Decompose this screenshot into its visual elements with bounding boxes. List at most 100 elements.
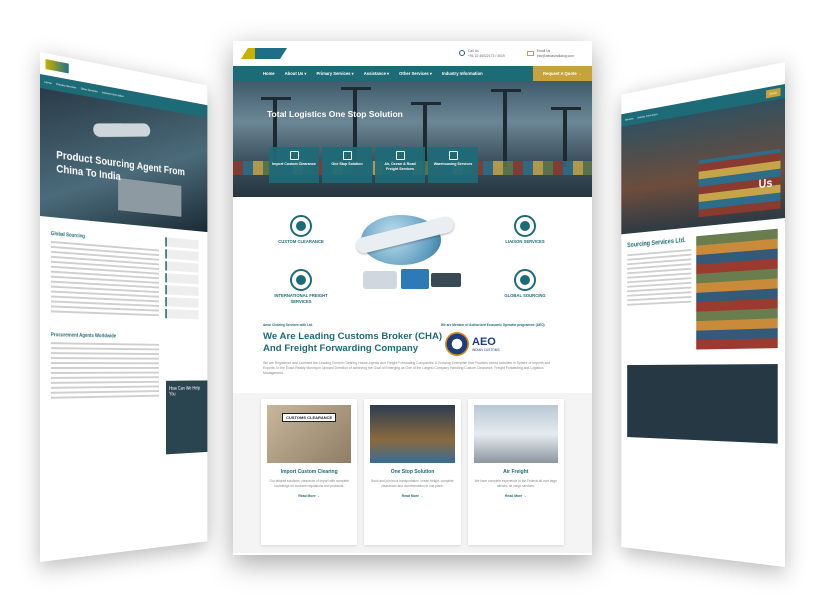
- request-quote-button[interactable]: Request A Quote →: [532, 66, 592, 81]
- main-page-preview: Call Us +91 22 40022173 / 4019 Email Us in…: [233, 41, 592, 555]
- left-nav-item[interactable]: Primary Services: [56, 82, 76, 90]
- aeo-title: AEO: [472, 335, 496, 348]
- vehicles-image: [353, 267, 463, 291]
- customs-clearance-icon: [290, 215, 312, 237]
- email-address[interactable]: info@aeoasindialog.com: [537, 54, 574, 58]
- right-nav-item[interactable]: Services: [625, 117, 634, 122]
- logistics-image: [370, 405, 455, 463]
- hero-service-tiles: Import Custom Clearance One Stop Solutio…: [269, 147, 478, 183]
- ship-icon: [290, 269, 312, 291]
- mail-icon: [526, 50, 534, 56]
- service-tile-warehousing[interactable]: Warehousing Services: [428, 147, 478, 183]
- left-page-preview: Home Primary Services Other Services Ind…: [40, 52, 208, 562]
- right-page-body: Sourcing Services Ltd.: [621, 218, 785, 360]
- feature-label: GLOBAL SOURCING: [504, 293, 546, 298]
- nav-about[interactable]: About Us ▾: [285, 71, 307, 76]
- read-more-link[interactable]: Read More →: [267, 494, 351, 498]
- about-body: We are Registered and Licensed the Leadi…: [263, 361, 551, 375]
- read-more-link[interactable]: Read More →: [474, 494, 558, 498]
- help-text: How Can We Help You: [169, 385, 201, 398]
- freight-icon: [395, 151, 405, 160]
- header-contact: Call Us +91 22 40022173 / 4019 Email Us in…: [458, 48, 574, 59]
- feature-custom-clearance[interactable]: CUSTOM CLEARANCE: [271, 215, 331, 245]
- crane-shape: [491, 89, 521, 167]
- site-logo[interactable]: [241, 48, 311, 59]
- feature-global-sourcing[interactable]: GLOBAL SOURCING: [495, 269, 555, 299]
- handshake-icon: [514, 215, 536, 237]
- service-tile-label: Import Custom Clearance: [272, 162, 316, 166]
- left-text-block: [50, 240, 160, 317]
- phone-contact: Call Us +91 22 40022173 / 4019: [458, 48, 505, 59]
- hero-banner: Total Logistics One Stop Solution Import…: [233, 81, 592, 197]
- customs-icon: [289, 151, 299, 160]
- right-quote-button[interactable]: Quote: [765, 87, 781, 99]
- nav-other-services[interactable]: Other Services ▾: [399, 71, 432, 76]
- warehouse-icon: [448, 151, 458, 160]
- card-import-custom-clearing[interactable]: CUSTOMS CLEARANCE Import Custom Clearing…: [261, 399, 358, 545]
- left-sidebar-menu: [165, 237, 199, 399]
- right-dark-section: [627, 364, 778, 444]
- feature-international-freight[interactable]: INTERNATIONAL FREIGHT SERVICES: [271, 269, 331, 304]
- nav-home[interactable]: Home: [263, 71, 275, 76]
- nav-industry-information[interactable]: Industry Information: [442, 71, 483, 76]
- plane-image: [92, 123, 151, 138]
- solution-icon: [342, 151, 352, 160]
- card-one-stop-solution[interactable]: One Stop Solution Book and join truck tr…: [364, 399, 461, 545]
- mockup-stage: Home Primary Services Other Services Ind…: [0, 0, 825, 601]
- customs-clearance-image: CUSTOMS CLEARANCE: [267, 405, 352, 463]
- customs-stamp: CUSTOMS CLEARANCE: [282, 413, 337, 422]
- logo-mark: [241, 48, 287, 59]
- help-box: How Can We Help You: [166, 380, 208, 455]
- hero-title: Total Logistics One Stop Solution: [267, 109, 403, 119]
- plane-icon: [514, 269, 536, 291]
- card-title: Import Custom Clearing: [280, 469, 338, 475]
- left-nav-item[interactable]: Industry Information: [102, 90, 124, 98]
- service-tile-label: Warehousing Services: [433, 162, 473, 166]
- left-nav-item[interactable]: Home: [45, 80, 52, 85]
- card-title: One Stop Solution: [390, 469, 435, 475]
- phone-label: Call Us: [467, 48, 479, 53]
- container-stack-image: [696, 228, 778, 350]
- features-section: CUSTOM CLEARANCE INTERNATIONAL FREIGHT S…: [233, 197, 592, 323]
- nav-assistance[interactable]: Assistance ▾: [364, 71, 389, 76]
- feature-label: CUSTOM CLEARANCE: [278, 239, 324, 244]
- card-air-freight[interactable]: Air Freight We have complete experience …: [467, 399, 564, 545]
- card-text: Our tailored solutions, clearance of imp…: [269, 479, 349, 488]
- feature-label: LIAISON SERVICES: [505, 239, 545, 244]
- right-section-title: Sourcing Services Ltd.: [627, 237, 686, 250]
- right-nav-item[interactable]: Industry Information: [637, 112, 657, 119]
- service-tile-one-stop-solution[interactable]: One Stop Solution: [322, 147, 372, 183]
- site-header: Call Us +91 22 40022173 / 4019 Email Us in…: [233, 41, 592, 66]
- email-label: Email Us: [536, 48, 551, 53]
- service-tile-import-custom-clearance[interactable]: Import Custom Clearance: [269, 147, 319, 183]
- left-page-logo: [45, 59, 69, 74]
- aeo-seal-icon: [445, 332, 469, 356]
- email-contact: Email Us info@aeoasindialog.com: [526, 48, 574, 59]
- about-heading: We Are Leading Customs Broker (CHA) And …: [263, 331, 443, 354]
- right-hero-title: Us: [758, 175, 773, 192]
- about-section: Amar Clearing Services with Ltd. We Are …: [233, 323, 592, 393]
- service-tile-label: Air, Ocean & Road Freight Services: [384, 162, 416, 171]
- left-section-title-2: Procurement Agents Worldwide: [50, 332, 117, 340]
- left-text-block-2: [50, 342, 160, 399]
- left-page-content: Global Sourcing Procurement Agents World…: [50, 227, 160, 402]
- service-cards: CUSTOMS CLEARANCE Import Custom Clearing…: [233, 393, 592, 553]
- right-page-content: Sourcing Services Ltd.: [627, 237, 692, 351]
- air-freight-image: [473, 405, 558, 463]
- service-tile-freight-services[interactable]: Air, Ocean & Road Freight Services: [375, 147, 425, 183]
- feature-label: INTERNATIONAL FREIGHT SERVICES: [274, 293, 328, 304]
- right-text-block: [627, 248, 692, 306]
- nav-primary-services[interactable]: Primary Services ▾: [317, 71, 354, 76]
- crane-shape: [551, 107, 581, 167]
- main-nav: Home About Us ▾ Primary Services ▾ Assis…: [233, 66, 592, 81]
- card-title: Air Freight: [503, 469, 529, 475]
- card-text: We have complete experience in the Feder…: [474, 479, 557, 488]
- feature-liaison[interactable]: LIAISON SERVICES: [495, 215, 555, 245]
- aeo-badge: AEO INDIAN CUSTOMS: [445, 331, 515, 357]
- read-more-link[interactable]: Read More →: [370, 494, 454, 498]
- service-tile-label: One Stop Solution: [331, 162, 363, 166]
- aeo-label: We are Member of Authorized Economic Ope…: [441, 323, 545, 327]
- card-text: Book and join truck transportation, ocea…: [371, 479, 454, 488]
- left-nav-item[interactable]: Other Services: [81, 86, 98, 93]
- phone-number[interactable]: +91 22 40022173 / 4019: [468, 54, 505, 58]
